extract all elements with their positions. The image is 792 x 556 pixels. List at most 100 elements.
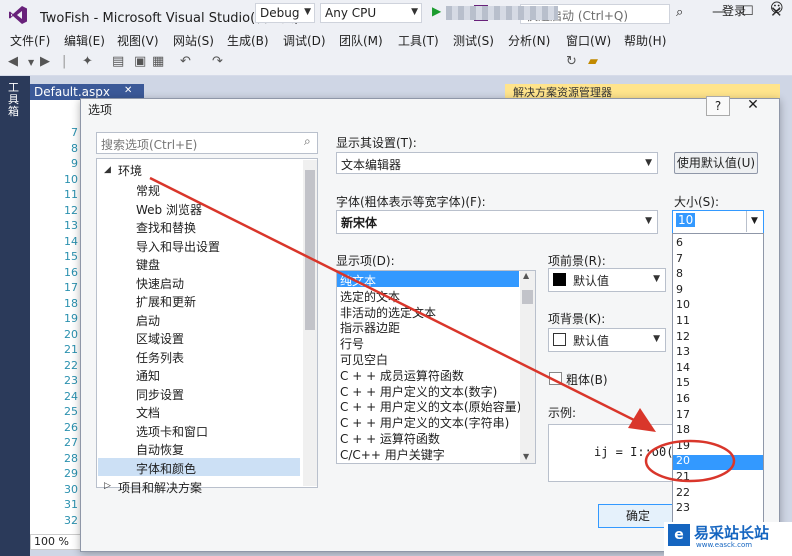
size-option[interactable]: 16 <box>676 392 690 405</box>
tree-scrollbar-thumb[interactable] <box>305 170 315 330</box>
tree-item[interactable]: 同步设置 <box>136 386 184 403</box>
dialog-close-button[interactable]: ✕ <box>740 96 766 116</box>
use-defaults-button[interactable]: 使用默认值(U) <box>674 152 758 174</box>
undo-icon[interactable]: ↶ <box>180 54 191 69</box>
open-file-icon[interactable]: ▤ <box>112 54 124 69</box>
size-option[interactable]: 21 <box>676 470 690 483</box>
display-items-scrollbar-thumb[interactable] <box>522 290 533 304</box>
display-item[interactable]: C + + 用户定义的文本(数字) <box>340 383 497 400</box>
collapse-triangle-icon[interactable]: ◢ <box>104 165 111 175</box>
size-option[interactable]: 23 <box>676 501 690 514</box>
save-icon[interactable]: ▣ <box>134 54 146 69</box>
tree-item[interactable]: 导入和导出设置 <box>136 238 220 255</box>
tree-item[interactable]: 通知 <box>136 367 160 384</box>
menu-edit[interactable]: 编辑(E) <box>64 32 105 49</box>
line-number: 17 <box>64 281 78 294</box>
tree-item[interactable]: 扩展和更新 <box>136 293 196 310</box>
display-item[interactable]: 行号 <box>340 335 364 352</box>
display-item[interactable]: 指示器边距 <box>340 319 400 336</box>
tree-item-projects[interactable]: 项目和解决方案 <box>118 479 202 496</box>
tree-item[interactable]: 快速启动 <box>136 275 184 292</box>
tree-item[interactable]: 区域设置 <box>136 330 184 347</box>
platform-value: Any CPU <box>325 6 377 20</box>
size-option[interactable]: 15 <box>676 376 690 389</box>
close-tab-icon[interactable]: ✕ <box>124 85 132 96</box>
menu-window[interactable]: 窗口(W) <box>566 32 611 49</box>
background-label: 项背景(K): <box>548 312 606 326</box>
search-icon[interactable]: ⌕ <box>304 134 311 149</box>
size-option[interactable]: 22 <box>676 486 690 499</box>
size-option[interactable]: 11 <box>676 314 690 327</box>
display-item[interactable]: 可见空白 <box>340 351 388 368</box>
menu-test[interactable]: 测试(S) <box>453 32 494 49</box>
size-option[interactable]: 20 <box>676 454 690 467</box>
tree-item[interactable]: 键盘 <box>136 256 160 273</box>
menu-tools[interactable]: 工具(T) <box>398 32 439 49</box>
options-search-input[interactable]: 搜索选项(Ctrl+E) <box>96 132 318 154</box>
menu-team[interactable]: 团队(M) <box>339 32 383 49</box>
menu-debug[interactable]: 调试(D) <box>283 32 326 49</box>
chevron-down-icon[interactable]: ▼ <box>746 211 762 232</box>
bold-checkbox[interactable] <box>549 372 562 385</box>
size-option[interactable]: 6 <box>676 236 683 249</box>
new-project-icon[interactable]: ✦ <box>82 54 93 69</box>
blurred-start-target[interactable] <box>446 6 558 20</box>
size-option[interactable]: 10 <box>676 298 690 311</box>
refresh-icon[interactable]: ↻ <box>566 54 577 69</box>
line-number: 28 <box>64 451 78 465</box>
folder-icon[interactable]: ▰ <box>588 54 598 69</box>
tree-item[interactable]: 任务列表 <box>136 349 184 366</box>
display-item[interactable]: 选定的文本 <box>340 288 400 305</box>
redo-icon[interactable]: ↷ <box>212 54 223 69</box>
zoom-level[interactable]: 100 % <box>30 534 82 550</box>
tree-item[interactable]: 字体和颜色 <box>136 460 196 477</box>
tree-item[interactable]: 启动 <box>136 312 160 329</box>
display-item[interactable]: 非活动的选定文本 <box>340 304 436 321</box>
size-option[interactable]: 17 <box>676 408 690 421</box>
solution-platform-select[interactable]: Any CPU ▼ <box>320 3 422 23</box>
size-option[interactable]: 7 <box>676 252 683 265</box>
size-option[interactable]: 8 <box>676 267 683 280</box>
display-item[interactable]: C + + 用户定义的文本(字符串) <box>340 414 509 431</box>
size-option[interactable]: 14 <box>676 361 690 374</box>
menu-view[interactable]: 视图(V) <box>117 32 159 49</box>
scroll-up-icon[interactable]: ▲ <box>523 271 529 280</box>
tree-item[interactable]: 选项卡和窗口 <box>136 423 208 440</box>
search-icon[interactable]: ⌕ <box>676 5 683 20</box>
display-item[interactable]: C + + 运算符函数 <box>340 430 440 447</box>
start-debugging-icon[interactable]: ▶ <box>432 4 441 18</box>
back-dropdown-icon[interactable]: ▼ <box>28 58 34 67</box>
tree-item-environment[interactable]: 环境 <box>118 162 142 179</box>
tree-item[interactable]: 文档 <box>136 404 160 421</box>
help-button[interactable]: ? <box>706 96 730 116</box>
solution-configuration-select[interactable]: Debug ▼ <box>255 3 315 23</box>
show-settings-select[interactable]: 文本编辑器 ▼ <box>336 152 658 174</box>
size-option[interactable]: 12 <box>676 330 690 343</box>
menu-help[interactable]: 帮助(H) <box>624 32 666 49</box>
tree-item[interactable]: Web 浏览器 <box>136 201 202 218</box>
scroll-down-icon[interactable]: ▼ <box>523 452 529 461</box>
toolbox-tab[interactable]: 工具箱 <box>8 82 22 118</box>
menu-build[interactable]: 生成(B) <box>227 32 269 49</box>
size-option[interactable]: 18 <box>676 423 690 436</box>
sign-in-link[interactable]: 登录 <box>722 2 746 19</box>
tree-item[interactable]: 查找和替换 <box>136 219 196 236</box>
display-item[interactable]: C/C++ 用户关键字 <box>340 446 445 463</box>
tree-item[interactable]: 常规 <box>136 182 160 199</box>
menu-website[interactable]: 网站(S) <box>173 32 214 49</box>
font-select[interactable]: 新宋体 ▼ <box>336 210 658 234</box>
size-option[interactable]: 13 <box>676 345 690 358</box>
tree-item[interactable]: 自动恢复 <box>136 441 184 458</box>
display-item[interactable]: C + + 用户定义的文本(原始容量) <box>340 398 521 415</box>
size-option[interactable]: 9 <box>676 283 683 296</box>
expand-triangle-icon[interactable]: ▷ <box>104 481 111 491</box>
forward-icon[interactable]: ▶ <box>40 54 50 69</box>
menu-analyze[interactable]: 分析(N) <box>508 32 550 49</box>
account-icon[interactable]: ☺ <box>770 1 784 16</box>
size-option[interactable]: 19 <box>676 439 690 452</box>
menu-file[interactable]: 文件(F) <box>10 32 50 49</box>
display-item[interactable]: C + + 成员运算符函数 <box>340 367 464 384</box>
back-icon[interactable]: ◀ <box>8 54 18 69</box>
save-all-icon[interactable]: ▦ <box>152 54 164 69</box>
display-item[interactable]: 纯文本 <box>340 272 376 289</box>
